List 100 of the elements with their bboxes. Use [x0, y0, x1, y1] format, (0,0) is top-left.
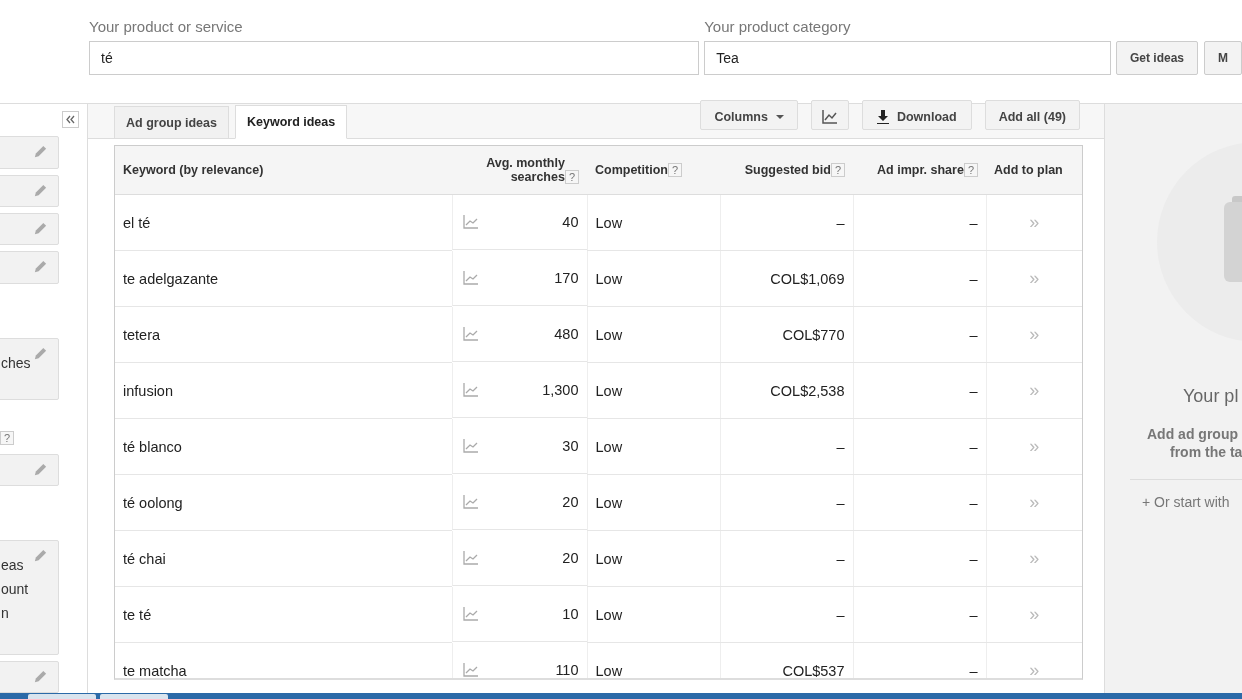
field-label: Your product category	[704, 17, 852, 37]
searches-cell: 480	[554, 325, 579, 342]
searches-cell: 110	[555, 661, 579, 678]
keyword-cell: el té	[123, 214, 151, 231]
help-badge[interactable]: ?	[667, 163, 683, 178]
bid-cell: –	[836, 550, 845, 567]
plan-description: Add ad group	[1146, 425, 1239, 443]
impr-share-cell: –	[969, 606, 978, 623]
trend-chart-icon[interactable]	[463, 550, 479, 565]
column-header[interactable]: Avg. monthly searches	[474, 156, 565, 184]
trend-chart-icon[interactable]	[463, 382, 479, 397]
searches-cell: 1,300	[542, 381, 579, 398]
impr-share-cell: –	[969, 326, 978, 343]
product-field[interactable]: té	[89, 41, 700, 75]
card-text: eas	[1, 555, 25, 574]
competition-cell: Low	[595, 382, 623, 399]
collapse-icon[interactable]	[62, 111, 79, 128]
help-badge[interactable]: ?	[830, 163, 845, 178]
caret-icon	[775, 115, 784, 119]
settings-card[interactable]: eas ount n	[0, 539, 59, 655]
settings-card[interactable]: ches	[0, 337, 59, 401]
help-badge[interactable]: ?	[963, 163, 978, 178]
impr-share-cell: –	[969, 382, 978, 399]
pencil-icon[interactable]	[33, 345, 48, 361]
keyword-cell: te adelgazante	[123, 270, 219, 287]
bid-cell: COL$2,538	[770, 382, 845, 399]
form-button[interactable]: Get ideas	[1115, 41, 1198, 75]
line-chart-icon	[821, 110, 838, 124]
trend-chart-icon[interactable]	[463, 606, 479, 621]
keyword-cell: té oolong	[123, 494, 183, 511]
impr-share-cell: –	[969, 550, 978, 567]
impr-share-cell: –	[969, 662, 978, 678]
trend-chart-icon[interactable]	[463, 270, 479, 285]
competition-cell: Low	[595, 494, 623, 511]
settings-card[interactable]	[0, 660, 59, 693]
searches-cell: 170	[554, 269, 579, 286]
bid-cell: –	[836, 438, 845, 455]
settings-card[interactable]	[0, 213, 59, 246]
column-header[interactable]: Keyword (by relevance)	[123, 163, 264, 177]
keyword-cell: tetera	[123, 326, 161, 343]
pencil-icon[interactable]	[33, 547, 48, 563]
form-button[interactable]: M	[1204, 41, 1242, 75]
competition-cell: Low	[595, 270, 623, 287]
trend-chart-icon[interactable]	[463, 215, 479, 229]
trend-chart-icon[interactable]	[463, 438, 479, 453]
impr-share-cell: –	[969, 494, 978, 511]
help-badge[interactable]: ?	[564, 170, 579, 184]
settings-card[interactable]	[0, 453, 59, 486]
settings-card[interactable]	[0, 251, 59, 284]
category-field[interactable]: Tea	[704, 41, 1111, 75]
pencil-icon[interactable]	[33, 182, 48, 198]
column-header[interactable]: Suggested bid	[744, 162, 831, 177]
help-badge[interactable]: ?	[0, 430, 15, 445]
competition-cell: Low	[595, 662, 623, 678]
pencil-icon[interactable]	[33, 259, 48, 275]
competition-cell: Low	[595, 438, 623, 455]
searches-cell: 20	[562, 493, 579, 510]
impr-share-cell: –	[969, 438, 978, 455]
pencil-icon[interactable]	[33, 461, 48, 477]
searches-cell: 20	[562, 549, 579, 566]
trend-chart-icon[interactable]	[463, 326, 479, 341]
searches-cell: 40	[562, 214, 579, 230]
chart-button[interactable]	[810, 100, 849, 130]
column-header[interactable]: Ad impr. share	[877, 162, 964, 177]
bid-cell: –	[836, 606, 845, 623]
settings-card[interactable]	[0, 136, 59, 169]
settings-card[interactable]	[0, 174, 59, 208]
competition-cell: Low	[595, 326, 623, 343]
download-icon	[876, 110, 889, 124]
tab[interactable]: Ad group ideas	[114, 106, 229, 139]
keyword-cell: infusion	[123, 382, 173, 399]
keyword-cell: té chai	[123, 550, 166, 567]
trend-chart-icon[interactable]	[463, 662, 479, 677]
bid-cell: COL$770	[782, 326, 845, 343]
searches-cell: 10	[562, 605, 579, 622]
column-header[interactable]: Competition	[595, 162, 668, 177]
keyword-cell: te té	[123, 606, 152, 623]
competition-cell: Low	[595, 606, 623, 623]
impr-share-cell: –	[969, 214, 978, 231]
columns-button[interactable]: Columns	[700, 100, 798, 130]
pencil-icon[interactable]	[33, 668, 48, 684]
bid-cell: COL$1,069	[770, 270, 845, 287]
impr-share-cell: –	[969, 270, 978, 287]
start-link[interactable]: + Or start with	[1105, 494, 1242, 510]
trend-chart-icon[interactable]	[463, 494, 479, 509]
tab[interactable]: Keyword ideas	[235, 105, 348, 139]
pencil-icon[interactable]	[33, 144, 48, 160]
add-all-button[interactable]: Add all (49)	[984, 100, 1080, 130]
searches-cell: 30	[562, 437, 579, 454]
card-text: ches	[1, 353, 31, 372]
bid-cell: COL$537	[782, 662, 845, 678]
card-text: ount	[1, 579, 29, 598]
keyword-cell: té blanco	[123, 438, 182, 455]
field-label: Your product or service	[89, 17, 244, 37]
bid-cell: –	[836, 214, 845, 231]
pencil-icon[interactable]	[33, 221, 48, 237]
card-text: n	[1, 603, 10, 622]
bid-cell: –	[836, 494, 845, 511]
keyword-cell: te matcha	[123, 662, 187, 678]
download-button[interactable]: Download	[861, 100, 972, 130]
